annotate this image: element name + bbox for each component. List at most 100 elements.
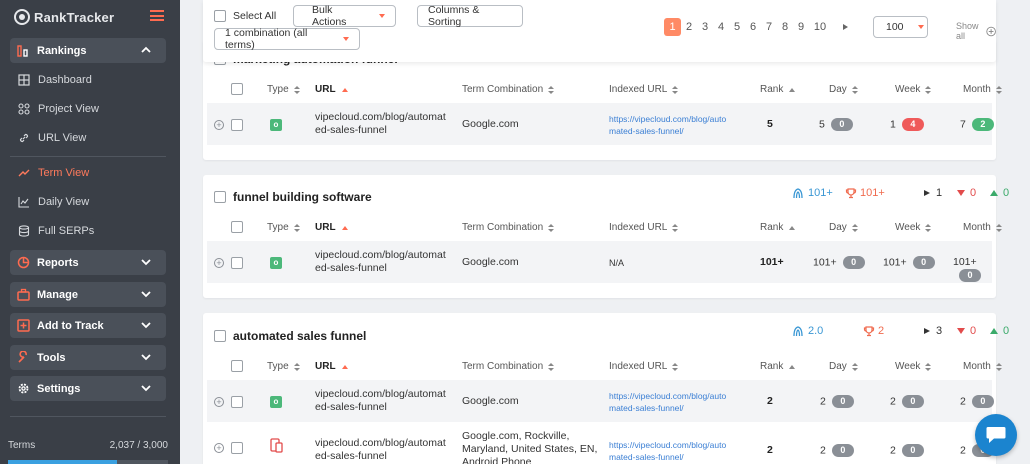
row-indexed-url[interactable]: https://vipecloud.com/blog/auto mated-sal… — [609, 390, 734, 414]
col-rank[interactable]: Rank — [760, 222, 796, 233]
sidebar-group-add-to-track[interactable]: Add to Track — [10, 313, 166, 338]
row-rank: 101+ — [760, 256, 784, 268]
dropdown-caret-icon — [343, 37, 349, 41]
hamburger-menu-icon[interactable] — [150, 10, 164, 21]
sidebar-item-label: URL View — [38, 132, 87, 144]
col-term-combination[interactable]: Term Combination — [462, 84, 555, 95]
sidebar-item-daily-view[interactable]: Daily View — [18, 193, 168, 211]
col-url[interactable]: URL — [315, 84, 348, 95]
col-week[interactable]: Week — [895, 84, 932, 95]
row-indexed-url[interactable]: https://vipecloud.com/blog/auto mated-sal… — [609, 439, 734, 463]
expand-row-icon[interactable]: + — [214, 397, 224, 407]
row-checkbox[interactable] — [231, 257, 243, 269]
row-url[interactable]: vipecloud.com/blog/automat ed-sales-funne… — [315, 249, 450, 275]
month-change-badge: 2 — [971, 118, 994, 131]
chat-button[interactable] — [975, 414, 1017, 456]
sidebar-group-reports[interactable]: Reports — [10, 250, 166, 275]
expand-row-icon[interactable]: + — [214, 258, 224, 268]
sidebar-item-term-view[interactable]: Term View — [18, 164, 168, 182]
expand-row-icon[interactable]: + — [214, 120, 224, 130]
page-button[interactable]: 2 — [681, 21, 697, 33]
sidebar-group-tools[interactable]: Tools — [10, 345, 166, 370]
col-month[interactable]: Month — [963, 361, 1002, 372]
col-indexed-url[interactable]: Indexed URL — [609, 84, 679, 95]
term-checkbox[interactable] — [214, 191, 226, 203]
row-checkbox[interactable] — [231, 119, 243, 131]
col-url[interactable]: URL — [315, 361, 348, 372]
row-url[interactable]: vipecloud.com/blog/automat ed-sales-funne… — [315, 437, 450, 463]
best-rank-stat: 2 — [863, 325, 884, 337]
col-label: URL — [315, 84, 336, 95]
term-checkbox[interactable] — [214, 330, 226, 342]
expand-row-icon[interactable]: + — [214, 443, 224, 453]
up-stat: 0 — [990, 325, 1009, 337]
page-button[interactable]: 6 — [745, 21, 761, 33]
sidebar-group-label: Manage — [37, 288, 78, 301]
sidebar-item-project-view[interactable]: Project View — [18, 100, 168, 118]
row-checkbox[interactable] — [231, 396, 243, 408]
sidebar-group-label: Rankings — [37, 44, 87, 57]
bulk-actions-button[interactable]: Bulk Actions — [293, 4, 396, 28]
sidebar-divider — [10, 156, 166, 157]
col-term-combination[interactable]: Term Combination — [462, 361, 555, 372]
page-button[interactable]: 8 — [777, 21, 793, 33]
col-week[interactable]: Week — [895, 222, 932, 233]
terms-progress-bar — [8, 460, 168, 464]
bulk-actions-label: Bulk Actions — [312, 4, 347, 28]
row-month: 20 — [960, 395, 994, 408]
page-button[interactable]: 3 — [697, 21, 713, 33]
page-button[interactable]: 5 — [729, 21, 745, 33]
page-button[interactable]: 7 — [761, 21, 777, 33]
terms-usage: Terms 2,037 / 3,000 — [8, 440, 168, 451]
sidebar-group-rankings[interactable]: Rankings — [10, 38, 166, 63]
chat-icon — [986, 427, 1006, 443]
col-type[interactable]: Type — [267, 361, 300, 372]
sidebar-group-manage[interactable]: Manage — [10, 282, 166, 307]
col-rank[interactable]: Rank — [760, 84, 796, 95]
page-button[interactable]: 10 — [809, 21, 831, 33]
col-label: Rank — [760, 222, 784, 233]
next-page-icon[interactable] — [843, 24, 848, 30]
row-indexed-url[interactable]: https://vipecloud.com/blog/auto mated-sal… — [609, 113, 734, 137]
select-all[interactable]: Select All — [214, 10, 276, 22]
col-label: URL — [315, 222, 336, 233]
combination-select[interactable]: 1 combination (all terms) — [214, 27, 360, 51]
select-all-checkbox[interactable] — [214, 10, 226, 22]
col-day[interactable]: Day — [829, 222, 858, 233]
page-button[interactable]: 9 — [793, 21, 809, 33]
col-label: Type — [267, 361, 289, 372]
col-indexed-url[interactable]: Indexed URL — [609, 222, 679, 233]
columns-sorting-button[interactable]: Columns & Sorting — [417, 4, 523, 28]
col-day[interactable]: Day — [829, 84, 858, 95]
col-month[interactable]: Month — [963, 222, 1002, 233]
sidebar-item-dashboard[interactable]: Dashboard — [18, 71, 168, 89]
sidebar-item-url-view[interactable]: URL View — [18, 129, 168, 147]
col-day[interactable]: Day — [829, 361, 858, 372]
col-indexed-url[interactable]: Indexed URL — [609, 361, 679, 372]
avg-rank-value: 101+ — [808, 187, 833, 199]
sidebar-item-full-serps[interactable]: Full SERPs — [18, 222, 168, 240]
col-type[interactable]: Type — [267, 222, 300, 233]
col-url[interactable]: URL — [315, 222, 348, 233]
down-stat: 0 — [957, 187, 976, 199]
col-term-combination[interactable]: Term Combination — [462, 222, 555, 233]
col-rank[interactable]: Rank — [760, 361, 796, 372]
page-button[interactable]: 1 — [664, 18, 681, 36]
row-checkbox[interactable] — [231, 442, 243, 454]
row-url[interactable]: vipecloud.com/blog/automat ed-sales-funne… — [315, 111, 450, 137]
col-label: Month — [963, 84, 991, 95]
header-checkbox[interactable] — [231, 221, 243, 233]
header-checkbox[interactable] — [231, 83, 243, 95]
header-checkbox[interactable] — [231, 360, 243, 372]
page-button[interactable]: 4 — [713, 21, 729, 33]
show-all-button[interactable]: Show all — [956, 21, 996, 41]
col-label: URL — [315, 361, 336, 372]
per-page-select[interactable]: 100 — [873, 16, 928, 38]
sidebar-group-settings[interactable]: Settings — [10, 376, 166, 401]
col-month[interactable]: Month — [963, 84, 1002, 95]
row-url[interactable]: vipecloud.com/blog/automat ed-sales-funne… — [315, 388, 450, 414]
plus-circle-icon — [986, 26, 996, 36]
neutral-value: 1 — [936, 187, 943, 199]
col-week[interactable]: Week — [895, 361, 932, 372]
col-type[interactable]: Type — [267, 84, 300, 95]
